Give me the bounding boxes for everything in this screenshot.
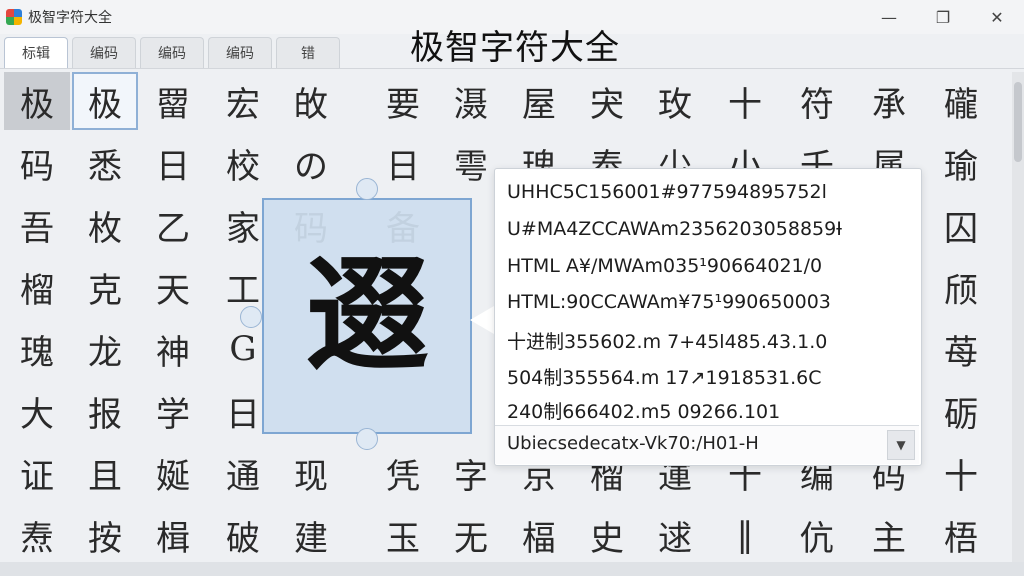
page-title: 极智字符大全 xyxy=(410,28,620,68)
char-cell[interactable]: 楫 xyxy=(140,506,206,564)
app-icon-square xyxy=(14,17,22,25)
char-cell[interactable]: 十 xyxy=(928,444,994,502)
close-button[interactable]: ✕ xyxy=(970,0,1024,34)
char-cell[interactable]: 乙 xyxy=(140,196,206,254)
tab-3[interactable]: 编码 xyxy=(140,37,204,68)
char-cell[interactable]: 按 xyxy=(72,506,138,564)
info-row-base-240: 240制666402.m5 09266.101 xyxy=(507,401,781,423)
char-cell[interactable]: 十 xyxy=(712,72,778,130)
char-cell[interactable]: 学 xyxy=(140,382,206,440)
char-cell[interactable]: 苺 xyxy=(928,320,994,378)
minimize-button[interactable]: — xyxy=(862,0,916,34)
char-cell[interactable]: 娫 xyxy=(140,444,206,502)
char-cell[interactable]: 敀 xyxy=(278,72,344,130)
char-cell[interactable]: 破 xyxy=(210,506,276,564)
chevron-down-icon[interactable]: ▼ xyxy=(887,430,915,460)
preview-handle-bottom[interactable] xyxy=(356,428,378,450)
char-cell[interactable]: 罶 xyxy=(140,72,206,130)
char-cell[interactable]: 瑰 xyxy=(4,320,70,378)
info-row-decimal: 十进制355602.m 7+45l485.43.1.0 xyxy=(507,331,828,353)
window-controls: — ❐ ✕ xyxy=(862,0,1024,34)
maximize-button[interactable]: ❐ xyxy=(916,0,970,34)
char-cell[interactable]: 砺 xyxy=(928,382,994,440)
preview-character: 逫 xyxy=(304,243,429,388)
char-cell[interactable]: 焘 xyxy=(4,506,70,564)
char-cell[interactable]: 逑 xyxy=(642,506,708,564)
info-row-html-2: HTML:90CCAWAm¥75¹990650003 xyxy=(507,291,831,313)
char-cell[interactable]: 滠 xyxy=(438,72,504,130)
character-preview: 逫 xyxy=(262,198,472,434)
tab-4[interactable]: 编码 xyxy=(208,37,272,68)
char-cell[interactable]: 楅 xyxy=(506,506,572,564)
info-row-unicode: UHHC5C156001#977594895752l xyxy=(507,181,827,203)
char-cell[interactable]: 极 xyxy=(72,72,138,130)
status-bar xyxy=(0,562,1024,576)
char-cell[interactable]: 校 xyxy=(210,134,276,192)
char-cell[interactable]: 克 xyxy=(72,258,138,316)
info-row-html-1: HTML A¥/MWAm035¹90664021/0 xyxy=(507,255,823,277)
preview-handle-left[interactable] xyxy=(240,306,262,328)
tab-divider xyxy=(0,68,1024,69)
app-icon-square xyxy=(6,17,14,25)
char-cell[interactable]: 宊 xyxy=(574,72,640,130)
char-cell[interactable]: 宏 xyxy=(210,72,276,130)
char-cell[interactable]: 证 xyxy=(4,444,70,502)
char-cell[interactable]: ‖ xyxy=(712,506,778,564)
char-cell[interactable]: 凭 xyxy=(370,444,436,502)
char-cell[interactable]: 主 xyxy=(856,506,922,564)
code-info-panel: UHHC5C156001#977594895752l U#MA4ZCCAWAm2… xyxy=(494,168,922,466)
info-pointer xyxy=(470,306,494,334)
char-cell[interactable]: 报 xyxy=(72,382,138,440)
char-cell[interactable]: 日 xyxy=(370,134,436,192)
char-cell[interactable]: 伉 xyxy=(784,506,850,564)
char-cell[interactable]: 现 xyxy=(278,444,344,502)
char-cell[interactable]: 玉 xyxy=(370,506,436,564)
tab-bar: 标辑 编码 编码 编码 错 xyxy=(4,37,344,69)
window-title: 极智字符大全 xyxy=(28,10,112,26)
char-cell[interactable]: 要 xyxy=(370,72,436,130)
char-cell[interactable]: 神 xyxy=(140,320,206,378)
encoding-select[interactable]: Ubiecsedecatx-Vk70:/H01-H ▼ xyxy=(495,425,919,464)
char-cell[interactable]: 无 xyxy=(438,506,504,564)
char-cell[interactable]: 玫 xyxy=(642,72,708,130)
char-cell[interactable]: 吾 xyxy=(4,196,70,254)
tab-1[interactable]: 标辑 xyxy=(4,37,68,68)
char-cell[interactable]: 建 xyxy=(278,506,344,564)
char-cell[interactable]: 极 xyxy=(4,72,70,130)
info-row-base-504: 504制355564.m 17↗1918531.6C xyxy=(507,367,822,389)
char-cell[interactable]: 瑜 xyxy=(928,134,994,192)
app-icon-square xyxy=(6,9,14,17)
preview-handle-top[interactable] xyxy=(356,178,378,200)
char-cell[interactable]: 悉 xyxy=(72,134,138,192)
char-cell[interactable]: の xyxy=(278,134,344,192)
char-cell[interactable]: 榴 xyxy=(4,258,70,316)
info-row-utf: U#MA4ZCCAWAm2356203058859Ɨ xyxy=(507,218,842,240)
char-cell[interactable]: 天 xyxy=(140,258,206,316)
char-cell[interactable]: 囚 xyxy=(928,196,994,254)
tab-5[interactable]: 错 xyxy=(276,37,340,68)
char-cell[interactable]: 梧 xyxy=(928,506,994,564)
char-cell[interactable]: 龙 xyxy=(72,320,138,378)
vertical-scrollbar[interactable] xyxy=(1012,72,1024,562)
char-cell[interactable]: 大 xyxy=(4,382,70,440)
app-icon xyxy=(6,9,22,25)
char-cell[interactable]: 礲 xyxy=(928,72,994,130)
char-cell[interactable]: 且 xyxy=(72,444,138,502)
char-cell[interactable]: 屋 xyxy=(506,72,572,130)
char-cell[interactable]: 颀 xyxy=(928,258,994,316)
app-icon-square xyxy=(14,9,22,17)
encoding-select-value: Ubiecsedecatx-Vk70:/H01-H xyxy=(507,433,759,454)
char-cell[interactable]: 码 xyxy=(4,134,70,192)
char-cell[interactable]: 史 xyxy=(574,506,640,564)
char-cell[interactable]: 通 xyxy=(210,444,276,502)
char-cell[interactable]: 枚 xyxy=(72,196,138,254)
tab-2[interactable]: 编码 xyxy=(72,37,136,68)
char-cell[interactable]: 承 xyxy=(856,72,922,130)
char-cell[interactable]: 符 xyxy=(784,72,850,130)
scroll-thumb[interactable] xyxy=(1014,82,1022,162)
char-cell[interactable]: 日 xyxy=(140,134,206,192)
